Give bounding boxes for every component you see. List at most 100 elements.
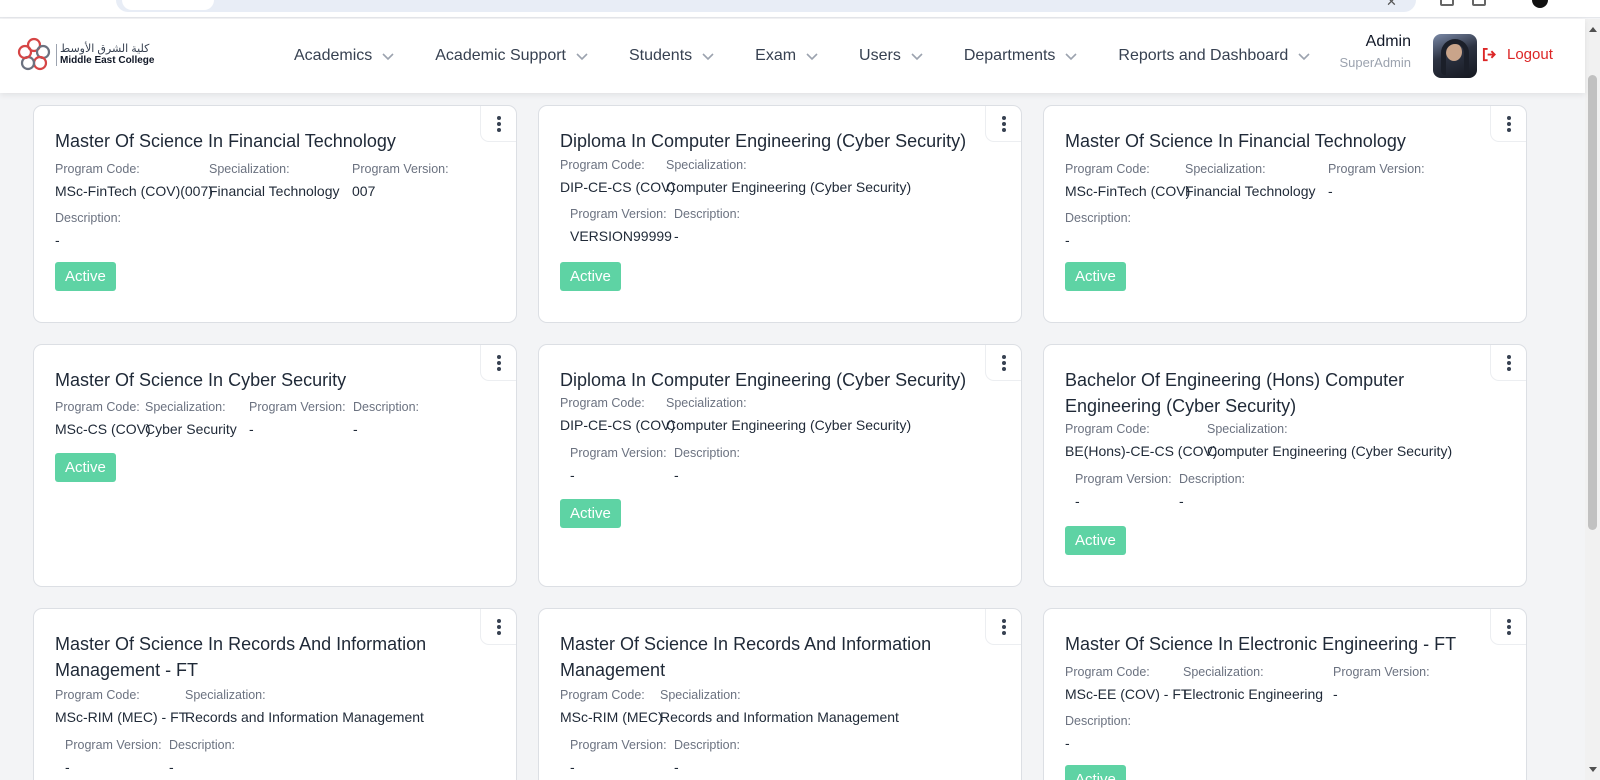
chevron-down-icon — [382, 53, 394, 61]
nav-exam[interactable]: Exam — [755, 47, 819, 65]
description-value: - — [674, 228, 679, 244]
scroll-up-icon[interactable] — [1589, 27, 1597, 32]
program-card[interactable]: Diploma In Computer Engineering (Cyber S… — [538, 344, 1022, 587]
card-menu-button[interactable] — [985, 345, 1021, 381]
program-code-value: MSc-EE (COV) - FT — [1065, 686, 1190, 702]
scrollbar-thumb[interactable] — [1588, 75, 1597, 530]
nav-reports-dashboard[interactable]: Reports and Dashboard — [1118, 47, 1311, 65]
specialization-field: Specialization: Computer Engineering (Cyb… — [666, 396, 912, 433]
logout-button[interactable]: Logout — [1482, 46, 1553, 63]
program-card[interactable]: Master Of Science In Financial Technolog… — [1043, 105, 1527, 323]
program-title: Diploma In Computer Engineering (Cyber S… — [560, 131, 967, 151]
program-card[interactable]: Master Of Science In Cyber Security Prog… — [33, 344, 517, 587]
user-name: Admin — [1365, 33, 1411, 50]
nav-label: Academics — [294, 47, 373, 64]
program-version-field: Program Version: - — [1328, 162, 1425, 199]
program-code-field: Program Code: MSc-FinTech (COV)(007) — [55, 162, 213, 199]
nav-label: Departments — [963, 47, 1056, 64]
program-version-value: 007 — [352, 183, 376, 199]
program-card[interactable]: Master Of Science In Records And Informa… — [33, 608, 517, 780]
status-badge: Active — [1065, 765, 1126, 780]
program-code-value: MSc-FinTech (COV) — [1065, 183, 1191, 199]
description-value: - — [353, 421, 358, 437]
logout-icon — [1482, 47, 1496, 62]
nav-students[interactable]: Students — [629, 47, 715, 65]
nav-users[interactable]: Users — [859, 47, 924, 65]
card-menu-button[interactable] — [1490, 345, 1526, 381]
college-logo[interactable]: كلية الشرق الأوسط Middle East College — [16, 37, 154, 73]
program-grid: Master Of Science In Financial Technolog… — [0, 0, 1585, 780]
program-title: Master Of Science In Electronic Engineer… — [1065, 634, 1457, 654]
program-version-value: - — [570, 467, 575, 483]
program-code-value: DIP-CE-CS (COV) — [560, 179, 676, 195]
program-code-field: Program Code: MSc-FinTech (COV) — [1065, 162, 1191, 199]
program-title: Bachelor Of Engineering (Hons) Computer … — [1065, 370, 1405, 416]
description-value: - — [55, 232, 60, 248]
description-value: - — [1065, 735, 1070, 751]
status-badge: Active — [560, 499, 621, 528]
program-code-field: Program Code: MSc-EE (COV) - FT — [1065, 665, 1190, 702]
program-code-field: Program Code: MSc-RIM (MEC) - FT — [55, 688, 188, 725]
program-card[interactable]: Master Of Science In Financial Technolog… — [33, 105, 517, 323]
description-value: - — [1179, 493, 1184, 509]
specialization-value: Records and Information Management — [660, 709, 899, 725]
card-menu-button[interactable] — [480, 106, 516, 142]
nav-academics[interactable]: Academics — [294, 47, 395, 65]
specialization-field: Specialization: Records and Information M… — [660, 688, 899, 725]
specialization-value: Computer Engineering (Cyber Security) — [666, 417, 912, 433]
program-code-field: Program Code: BE(Hons)-CE-CS (COV) — [1065, 422, 1218, 459]
status-badge: Active — [55, 453, 116, 482]
scroll-down-icon[interactable] — [1589, 767, 1597, 772]
program-version-value: - — [1075, 493, 1080, 509]
chevron-down-icon — [702, 53, 714, 61]
specialization-field: Specialization: Computer Engineering (Cyb… — [1207, 422, 1453, 459]
specialization-field: Specialization: Financial Technology — [1185, 162, 1316, 199]
kebab-menu-icon — [1001, 354, 1006, 359]
description-field: Description: - — [1065, 714, 1131, 751]
description-field: Description: - — [674, 738, 740, 775]
user-info: Admin SuperAdmin — [1339, 33, 1411, 70]
card-menu-button[interactable] — [985, 609, 1021, 645]
chevron-down-icon — [806, 53, 818, 61]
program-version-value: - — [249, 421, 254, 437]
description-field: Description: - — [1065, 211, 1131, 248]
program-card[interactable]: Master Of Science In Electronic Engineer… — [1043, 608, 1527, 780]
chevron-down-icon — [1298, 53, 1310, 61]
program-title: Master Of Science In Cyber Security — [55, 370, 347, 390]
kebab-menu-icon — [1506, 115, 1511, 120]
logout-label: Logout — [1507, 46, 1553, 63]
specialization-value: Computer Engineering (Cyber Security) — [666, 179, 912, 195]
kebab-menu-icon — [1001, 115, 1006, 120]
app-header: كلية الشرق الأوسط Middle East College Ac… — [0, 19, 1585, 93]
avatar[interactable] — [1433, 34, 1477, 78]
card-menu-button[interactable] — [480, 609, 516, 645]
chevron-down-icon — [911, 53, 923, 61]
program-code-field: Program Code: MSc-RIM (MEC) — [560, 688, 663, 725]
status-badge: Active — [1065, 526, 1126, 555]
program-code-value: DIP-CE-CS (COV) — [560, 417, 676, 433]
specialization-field: Specialization: Records and Information M… — [185, 688, 424, 725]
program-card[interactable]: Master Of Science In Records And Informa… — [538, 608, 1022, 780]
program-card[interactable]: Diploma In Computer Engineering (Cyber S… — [538, 105, 1022, 323]
kebab-menu-icon — [496, 618, 501, 623]
user-role: SuperAdmin — [1339, 55, 1411, 70]
description-field: Description: - — [169, 738, 235, 775]
program-card[interactable]: Bachelor Of Engineering (Hons) Computer … — [1043, 344, 1527, 587]
program-code-value: MSc-RIM (MEC) - FT — [55, 709, 188, 725]
program-version-value: - — [1333, 686, 1338, 702]
nav-academic-support[interactable]: Academic Support — [435, 47, 589, 65]
nav-departments[interactable]: Departments — [964, 47, 1079, 65]
program-version-value: VERSION99999 — [570, 228, 672, 244]
card-menu-button[interactable] — [480, 345, 516, 381]
card-menu-button[interactable] — [1490, 106, 1526, 142]
nav-label: Reports and Dashboard — [1118, 47, 1289, 64]
specialization-value: Financial Technology — [209, 183, 340, 199]
program-title: Master Of Science In Financial Technolog… — [1065, 131, 1406, 151]
card-menu-button[interactable] — [1490, 609, 1526, 645]
card-menu-button[interactable] — [985, 106, 1021, 142]
nav-label: Exam — [755, 47, 797, 64]
page-scrollbar[interactable] — [1585, 19, 1600, 780]
program-version-value: - — [1328, 183, 1333, 199]
program-version-field: Program Version: VERSION99999 — [570, 207, 672, 244]
program-title: Master Of Science In Records And Informa… — [560, 634, 932, 680]
